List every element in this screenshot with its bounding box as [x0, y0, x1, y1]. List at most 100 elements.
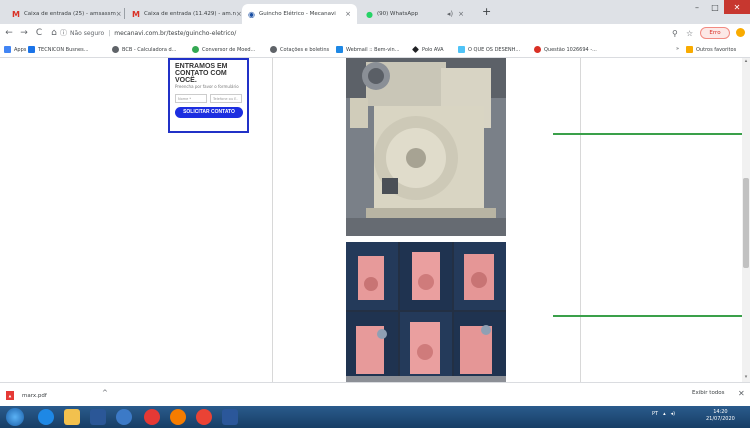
bookmark-label: TECNICON Busnes...: [38, 46, 89, 53]
tecnicon-icon: [28, 46, 35, 53]
download-filename: marx.pdf: [22, 392, 47, 399]
app-icon[interactable]: [116, 409, 132, 425]
maximize-button[interactable]: □: [706, 0, 724, 14]
bookmark-questao[interactable]: Questão 1026694 -...: [534, 46, 597, 53]
form-inputs: Nome * Telefone ou E-: [175, 93, 242, 103]
speaker-icon[interactable]: ◂): [671, 411, 675, 417]
bookmark-cotacoes[interactable]: Cotações e boletins: [270, 46, 329, 53]
bookmark-label: Apps: [14, 46, 27, 53]
language-indicator[interactable]: PT: [652, 411, 658, 417]
word-icon[interactable]: [222, 409, 238, 425]
minimize-button[interactable]: –: [688, 0, 706, 14]
bookmark-label: Questão 1026694 -...: [544, 46, 597, 53]
bookmark-conversor[interactable]: Conversor de Moed...: [192, 46, 255, 53]
apps-icon: [4, 46, 11, 53]
url-text: mecanavi.com.br/teste/guincho-eletrico/: [114, 29, 237, 37]
winch-photo: [346, 58, 506, 236]
close-icon[interactable]: ✕: [738, 389, 745, 398]
mecanavi-icon: ◉: [248, 9, 255, 19]
system-tray: PT ▴ ◂): [652, 411, 675, 417]
back-button[interactable]: ←: [3, 28, 15, 38]
download-item[interactable]: ▲ marx.pdf: [6, 389, 47, 402]
form-title: ENTRAMOS EM CONTATO COM VOCÊ.: [175, 63, 228, 84]
bookmark-tecnicon[interactable]: TECNICON Busnes...: [28, 46, 89, 53]
zoom-icon[interactable]: ⚲: [672, 26, 678, 40]
scroll-up-arrow[interactable]: ▴: [742, 58, 750, 66]
chart-icon: [270, 46, 277, 53]
scroll-thumb[interactable]: [743, 178, 749, 268]
reload-button[interactable]: C: [33, 28, 45, 38]
bookmark-label: Webmail :: Bem-vin...: [346, 46, 400, 53]
tab-gmail-1[interactable]: M Caixa de entrada (25) - amsassm ×: [6, 4, 121, 24]
desenho-icon: [458, 46, 465, 53]
address-bar[interactable]: ⓘ Não seguro | mecanavi.com.br/teste/gui…: [60, 26, 672, 40]
speaker-icon[interactable]: ◂): [447, 10, 453, 18]
ie-icon[interactable]: [38, 409, 54, 425]
separator: |: [108, 29, 111, 37]
close-icon[interactable]: ×: [458, 10, 464, 18]
right-column: [580, 58, 742, 382]
clock-time: 14:20: [713, 409, 728, 415]
close-icon[interactable]: ×: [345, 10, 351, 18]
winch-illustration: [346, 58, 506, 236]
bcb-icon: [112, 46, 119, 53]
tab-whatsapp[interactable]: ● (90) WhatsApp ◂) ×: [360, 4, 470, 24]
scroll-down-arrow[interactable]: ▾: [742, 374, 750, 382]
tab-label: Caixa de entrada (25) - amsassm: [23, 11, 116, 17]
tab-label: Caixa de entrada (11.429) - am.n: [143, 11, 236, 17]
forward-button[interactable]: →: [18, 28, 30, 38]
network-icon[interactable]: ▴: [663, 411, 666, 417]
tab-mecanavi[interactable]: ◉ Guincho Elétrico - Mecanavi ×: [242, 4, 357, 24]
bookmark-label: Polo AVA: [422, 46, 444, 53]
gearbox-illustration: [346, 242, 506, 382]
polo-icon: [412, 46, 419, 53]
tab-gmail-2[interactable]: M Caixa de entrada (11.429) - am.n ×: [126, 4, 241, 24]
folder-icon[interactable]: [64, 409, 80, 425]
chrome-active-icon[interactable]: [196, 409, 212, 425]
name-input[interactable]: Nome *: [175, 93, 207, 103]
gmail-icon: M: [132, 9, 140, 19]
request-contact-button[interactable]: SOLICITAR CONTATO: [175, 106, 243, 118]
bookmark-bcb[interactable]: BCB - Calculadora d...: [112, 46, 176, 53]
whatsapp-icon: ●: [366, 9, 373, 19]
phone-input[interactable]: Telefone ou E-: [210, 93, 242, 103]
close-icon[interactable]: ×: [116, 10, 121, 18]
bookmark-polo-ava[interactable]: Polo AVA: [412, 46, 444, 53]
star-icon[interactable]: ☆: [686, 26, 693, 40]
close-window-button[interactable]: ✕: [724, 0, 750, 14]
clock-date: 21/07/2020: [706, 416, 735, 422]
clock[interactable]: 14:20 21/07/2020: [706, 409, 735, 423]
bookmark-desenho[interactable]: O QUE OS DESENH...: [458, 46, 520, 53]
chevron-up-icon[interactable]: ^: [102, 389, 108, 397]
questao-icon: [534, 46, 541, 53]
close-icon[interactable]: ×: [236, 10, 241, 18]
chrome-icon[interactable]: [144, 409, 160, 425]
new-tab-button[interactable]: +: [482, 5, 491, 18]
info-icon[interactable]: ⓘ: [60, 28, 67, 38]
tab-separator: [124, 8, 125, 19]
firefox-icon[interactable]: [170, 409, 186, 425]
bookmark-label: Cotações e boletins: [280, 46, 330, 53]
chevron-right-icon: »: [676, 46, 680, 52]
bookmark-outros[interactable]: Outros favoritos: [686, 46, 736, 53]
home-button[interactable]: ⌂: [48, 28, 60, 38]
bookmark-more[interactable]: »: [676, 46, 679, 52]
tab-label: (90) WhatsApp: [376, 11, 419, 17]
profile-button[interactable]: Erro: [700, 27, 730, 39]
windows-taskbar: PT ▴ ◂) 14:20 21/07/2020: [0, 406, 750, 428]
webmail-icon: [336, 46, 343, 53]
insecure-label: Não seguro: [70, 29, 105, 37]
show-all-button[interactable]: Exibir todos: [692, 390, 725, 396]
gearbox-grid-photo: [346, 242, 506, 382]
contact-form: ENTRAMOS EM CONTATO COM VOCÊ. Preencha p…: [168, 58, 249, 133]
bookmark-webmail[interactable]: Webmail :: Bem-vin...: [336, 46, 400, 53]
profile-label: Erro: [709, 30, 721, 36]
media-player-icon[interactable]: [90, 409, 106, 425]
guide-line: [553, 315, 742, 317]
extension-icon[interactable]: [736, 28, 745, 37]
gmail-icon: M: [12, 9, 20, 19]
bookmark-apps[interactable]: Apps: [4, 46, 26, 53]
bookmark-label: BCB - Calculadora d...: [122, 46, 177, 53]
page-scrollbar[interactable]: ▴ ▾: [742, 58, 750, 382]
start-button[interactable]: [6, 408, 24, 426]
